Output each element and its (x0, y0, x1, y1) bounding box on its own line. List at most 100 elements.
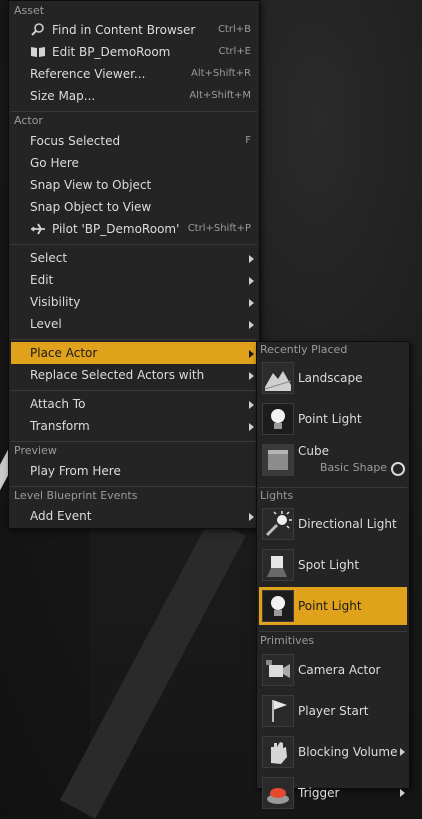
menu-item-visibility[interactable]: Visibility (11, 291, 257, 313)
submenu-item-sublabel: Basic Shape (320, 461, 388, 474)
submenu-arrow-icon (400, 748, 405, 756)
trigger-icon (262, 777, 294, 809)
spot-light-icon (262, 549, 294, 581)
menu-separator (11, 390, 257, 391)
menu-item-shortcut: Ctrl+Shift+P (187, 223, 251, 234)
submenu-item-landscape[interactable]: Landscape (259, 359, 407, 397)
place-actor-submenu: Recently Placed Landscape Point Light Cu… (256, 341, 410, 809)
menu-item-edit-blueprint[interactable]: Edit BP_DemoRoom Ctrl+E (11, 41, 257, 63)
menu-item-label: Add Event (30, 509, 92, 523)
section-header-preview: Preview (14, 444, 57, 457)
submenu-arrow-icon (249, 299, 254, 307)
menu-separator (11, 486, 257, 487)
submenu-arrow-icon (249, 513, 254, 521)
menu-item-label: Snap Object to View (30, 200, 152, 214)
menu-item-select[interactable]: Select (11, 247, 257, 269)
menu-separator (11, 244, 257, 245)
circle-icon (391, 462, 405, 476)
submenu-item-spot-light[interactable]: Spot Light (259, 546, 407, 584)
submenu-item-trigger[interactable]: Trigger (259, 774, 407, 812)
submenu-arrow-icon (400, 789, 405, 797)
menu-item-size-map[interactable]: Size Map... Alt+Shift+M (11, 85, 257, 107)
menu-separator (11, 339, 257, 340)
submenu-item-label: Point Light (298, 599, 362, 613)
submenu-arrow-icon (249, 372, 254, 380)
submenu-separator (259, 631, 407, 632)
submenu-arrow-icon (249, 350, 254, 358)
section-header-actor: Actor (14, 114, 43, 127)
menu-item-snap-view-to-object[interactable]: Snap View to Object (11, 174, 257, 196)
menu-item-label: Level (30, 317, 62, 331)
point-light-icon (262, 590, 294, 622)
cube-icon (262, 444, 294, 476)
menu-item-play-from-here[interactable]: Play From Here (11, 460, 257, 482)
menu-item-label: Edit BP_DemoRoom (52, 45, 171, 59)
submenu-item-label: Camera Actor (298, 663, 381, 677)
point-light-icon (262, 403, 294, 435)
menu-item-label: Snap View to Object (30, 178, 152, 192)
menu-item-level[interactable]: Level (11, 313, 257, 335)
submenu-separator (259, 487, 407, 488)
menu-item-attach-to[interactable]: Attach To (11, 393, 257, 415)
submenu-item-label: Point Light (298, 412, 362, 426)
player-start-icon (262, 695, 294, 727)
submenu-item-label: Player Start (298, 704, 369, 718)
menu-item-find-in-content-browser[interactable]: Find in Content Browser Ctrl+B (11, 19, 257, 41)
menu-item-label: Select (30, 251, 68, 265)
submenu-item-camera-actor[interactable]: Camera Actor (259, 651, 407, 689)
submenu-item-cube[interactable]: Cube Basic Shape (259, 441, 407, 485)
submenu-item-label: Landscape (298, 371, 363, 385)
submenu-item-directional-light[interactable]: Directional Light (259, 505, 407, 543)
submenu-arrow-icon (249, 255, 254, 263)
menu-separator (11, 441, 257, 442)
submenu-item-point-light-recent[interactable]: Point Light (259, 400, 407, 438)
menu-item-label: Attach To (30, 397, 86, 411)
menu-item-go-here[interactable]: Go Here (11, 152, 257, 174)
menu-item-reference-viewer[interactable]: Reference Viewer... Alt+Shift+R (11, 63, 257, 85)
book-icon (30, 45, 46, 59)
menu-item-edit[interactable]: Edit (11, 269, 257, 291)
section-header-lights: Lights (260, 489, 294, 502)
camera-icon (262, 654, 294, 686)
menu-item-place-actor[interactable]: Place Actor (11, 342, 257, 364)
menu-item-label: Find in Content Browser (52, 23, 196, 37)
directional-light-icon (262, 508, 294, 540)
menu-item-shortcut: Ctrl+E (218, 46, 252, 57)
menu-item-label: Pilot 'BP_DemoRoom' (52, 222, 180, 236)
menu-item-shortcut: Ctrl+B (217, 24, 251, 35)
menu-separator (11, 111, 257, 112)
submenu-arrow-icon (249, 321, 254, 329)
submenu-item-label: Blocking Volume (298, 745, 398, 759)
submenu-item-label: Spot Light (298, 558, 360, 572)
menu-item-label: Replace Selected Actors with (30, 368, 205, 382)
section-header-asset: Asset (14, 4, 45, 17)
menu-item-label: Play From Here (30, 464, 121, 478)
submenu-item-label: Trigger (298, 786, 340, 800)
menu-item-replace-selected-actors[interactable]: Replace Selected Actors with (11, 364, 257, 386)
menu-item-label: Place Actor (30, 346, 98, 360)
section-header-primitives: Primitives (260, 634, 315, 647)
blocking-volume-icon (262, 736, 294, 768)
submenu-item-blocking-volume[interactable]: Blocking Volume (259, 733, 407, 771)
menu-item-shortcut: Alt+Shift+M (189, 90, 251, 101)
menu-item-label: Visibility (30, 295, 81, 309)
context-menu: Asset Find in Content Browser Ctrl+B Edi… (8, 0, 260, 529)
menu-item-transform[interactable]: Transform (11, 415, 257, 437)
submenu-item-label: Directional Light (298, 517, 397, 531)
menu-item-snap-object-to-view[interactable]: Snap Object to View (11, 196, 257, 218)
menu-item-label: Edit (30, 273, 54, 287)
submenu-item-label: Cube (298, 444, 329, 458)
menu-item-label: Size Map... (30, 89, 96, 103)
menu-item-pilot[interactable]: Pilot 'BP_DemoRoom' Ctrl+Shift+P (11, 218, 257, 240)
menu-item-label: Reference Viewer... (30, 67, 146, 81)
submenu-arrow-icon (249, 423, 254, 431)
submenu-item-point-light[interactable]: Point Light (259, 587, 407, 625)
airplane-icon (30, 222, 46, 236)
section-header-recently-placed: Recently Placed (260, 343, 348, 356)
submenu-item-player-start[interactable]: Player Start (259, 692, 407, 730)
magnifier-icon (30, 23, 46, 37)
menu-item-add-event[interactable]: Add Event (11, 505, 257, 527)
menu-item-label: Focus Selected (30, 134, 121, 148)
submenu-arrow-icon (249, 277, 254, 285)
menu-item-focus-selected[interactable]: Focus Selected F (11, 130, 257, 152)
